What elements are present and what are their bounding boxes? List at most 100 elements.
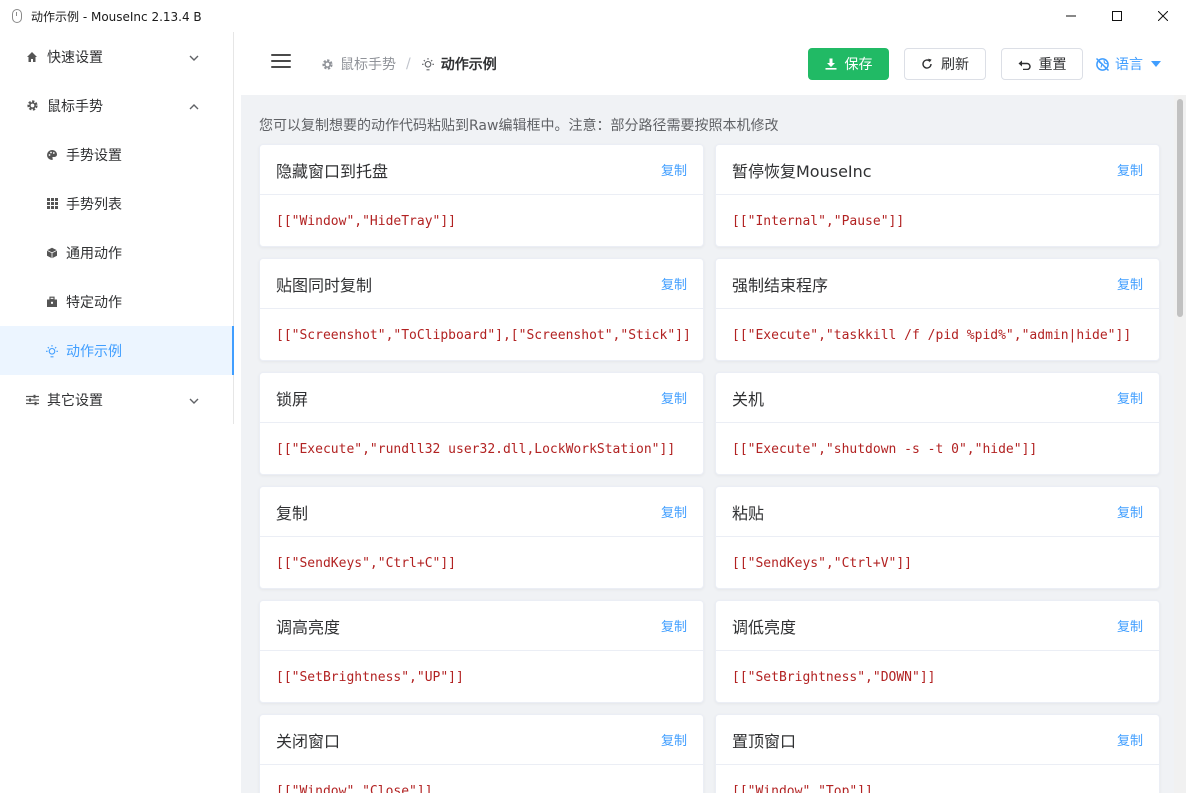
bulb-icon <box>421 57 435 71</box>
gear-icon <box>25 99 39 113</box>
close-button[interactable] <box>1140 0 1186 32</box>
card-header: 锁屏 复制 <box>260 373 703 423</box>
header: 鼠标手势 / 动作示例 保存 刷新 重置 语言 <box>241 32 1186 95</box>
minimize-icon <box>1066 15 1076 17</box>
sidebar-item-label: 特定动作 <box>66 294 122 311</box>
card-header: 置顶窗口 复制 <box>716 715 1159 765</box>
action-code: [["SendKeys","Ctrl+C"]] <box>276 555 457 571</box>
scrollbar-thumb[interactable] <box>1177 99 1183 317</box>
example-card: 置顶窗口 复制 [["Window","Top"]] <box>715 714 1160 793</box>
example-card: 粘贴 复制 [["SendKeys","Ctrl+V"]] <box>715 486 1160 589</box>
copy-button[interactable]: 复制 <box>1117 274 1143 293</box>
action-code: [["Window","HideTray"]] <box>276 213 457 229</box>
copy-button[interactable]: 复制 <box>1117 388 1143 407</box>
card-title: 关机 <box>732 389 765 409</box>
copy-button[interactable]: 复制 <box>661 388 687 407</box>
home-icon <box>25 50 39 64</box>
sidebar-item-other-settings[interactable]: 其它设置 <box>0 375 233 424</box>
caret-down-icon <box>1151 61 1161 67</box>
sidebar-item-quick-settings[interactable]: 快速设置 <box>0 32 233 81</box>
card-header: 隐藏窗口到托盘 复制 <box>260 145 703 195</box>
refresh-label: 刷新 <box>941 57 969 73</box>
sidebar: 快速设置 鼠标手势 手势设置 手势列表 通用动作 特定动作 动作示例 其它设置 <box>0 32 234 424</box>
sidebar-item-label: 快速设置 <box>47 49 103 66</box>
chevron-up-icon <box>189 99 199 115</box>
gear-icon <box>321 58 334 71</box>
example-card: 强制结束程序 复制 [["Execute","taskkill /f /pid … <box>715 258 1160 361</box>
card-title: 关闭窗口 <box>276 731 341 751</box>
download-icon <box>825 58 836 70</box>
language-icon <box>1095 57 1110 71</box>
card-title: 调低亮度 <box>732 617 797 637</box>
undo-icon <box>1018 60 1031 70</box>
close-icon <box>1158 11 1168 21</box>
sidebar-item-mouse-gesture[interactable]: 鼠标手势 <box>0 81 233 130</box>
breadcrumb-item-mouse-gesture[interactable]: 鼠标手势 <box>340 54 396 74</box>
card-header: 调高亮度 复制 <box>260 601 703 651</box>
language-label: 语言 <box>1115 57 1143 73</box>
language-dropdown[interactable]: 语言 <box>1095 54 1161 74</box>
action-code: [["Execute","shutdown -s -t 0","hide"]] <box>732 441 1038 457</box>
briefcase-icon <box>45 295 59 309</box>
card-title: 粘贴 <box>732 503 765 523</box>
copy-button[interactable]: 复制 <box>1117 730 1143 749</box>
copy-button[interactable]: 复制 <box>1117 502 1143 521</box>
reset-button[interactable]: 重置 <box>1001 48 1083 80</box>
copy-button[interactable]: 复制 <box>661 160 687 179</box>
chevron-down-icon <box>189 393 199 409</box>
copy-button[interactable]: 复制 <box>661 616 687 635</box>
copy-button[interactable]: 复制 <box>1117 160 1143 179</box>
bulb-icon <box>45 344 59 358</box>
sidebar-item-common-actions[interactable]: 通用动作 <box>0 228 233 277</box>
sidebar-item-gesture-settings[interactable]: 手势设置 <box>0 130 233 179</box>
window-controls <box>1048 0 1186 32</box>
minimize-button[interactable] <box>1048 0 1094 32</box>
sidebar-item-label: 手势列表 <box>66 196 122 213</box>
example-card: 复制 复制 [["SendKeys","Ctrl+C"]] <box>259 486 704 589</box>
maximize-button[interactable] <box>1094 0 1140 32</box>
action-code: [["Execute","rundll32 user32.dll,LockWor… <box>276 441 676 457</box>
title-bar: 动作示例 - MouseInc 2.13.4 B <box>0 0 1186 32</box>
sidebar-item-label: 动作示例 <box>66 343 122 360</box>
sidebar-item-action-examples[interactable]: 动作示例 <box>0 326 234 375</box>
menu-toggle-icon[interactable] <box>271 54 291 70</box>
card-title: 强制结束程序 <box>732 275 829 295</box>
refresh-button[interactable]: 刷新 <box>904 48 986 80</box>
card-header: 复制 复制 <box>260 487 703 537</box>
sidebar-item-gesture-list[interactable]: 手势列表 <box>0 179 233 228</box>
example-card: 调高亮度 复制 [["SetBrightness","UP"]] <box>259 600 704 703</box>
vertical-scrollbar[interactable] <box>1174 95 1186 793</box>
sliders-icon <box>25 393 39 407</box>
action-code: [["Window","Close"]] <box>276 783 433 793</box>
copy-button[interactable]: 复制 <box>661 730 687 749</box>
main-content: 您可以复制想要的动作代码粘贴到Raw编辑框中。注意：部分路径需要按照本机修改 隐… <box>241 95 1174 793</box>
window-title: 动作示例 - MouseInc 2.13.4 B <box>31 9 202 24</box>
copy-button[interactable]: 复制 <box>661 502 687 521</box>
example-card: 锁屏 复制 [["Execute","rundll32 user32.dll,L… <box>259 372 704 475</box>
example-card: 隐藏窗口到托盘 复制 [["Window","HideTray"]] <box>259 144 704 247</box>
action-code: [["Internal","Pause"]] <box>732 213 905 229</box>
card-header: 关闭窗口 复制 <box>260 715 703 765</box>
action-code: [["Screenshot","ToClipboard"],["Screensh… <box>276 327 691 343</box>
copy-button[interactable]: 复制 <box>1117 616 1143 635</box>
example-card: 关闭窗口 复制 [["Window","Close"]] <box>259 714 704 793</box>
card-title: 隐藏窗口到托盘 <box>276 161 389 181</box>
sidebar-item-label: 手势设置 <box>66 147 122 164</box>
example-card: 关机 复制 [["Execute","shutdown -s -t 0","hi… <box>715 372 1160 475</box>
cube-icon <box>45 246 59 260</box>
card-title: 锁屏 <box>276 389 309 409</box>
maximize-icon <box>1112 11 1122 21</box>
card-header: 强制结束程序 复制 <box>716 259 1159 309</box>
breadcrumb-separator: / <box>406 56 411 72</box>
sidebar-item-label: 其它设置 <box>47 392 103 409</box>
save-button[interactable]: 保存 <box>808 48 889 80</box>
card-title: 复制 <box>276 503 309 523</box>
breadcrumb: 鼠标手势 / 动作示例 <box>321 54 497 74</box>
sidebar-item-specific-actions[interactable]: 特定动作 <box>0 277 233 326</box>
card-title: 贴图同时复制 <box>276 275 373 295</box>
card-header: 贴图同时复制 复制 <box>260 259 703 309</box>
sidebar-item-label: 鼠标手势 <box>47 98 103 115</box>
grid-icon <box>45 197 59 211</box>
reset-label: 重置 <box>1038 57 1067 73</box>
copy-button[interactable]: 复制 <box>661 274 687 293</box>
